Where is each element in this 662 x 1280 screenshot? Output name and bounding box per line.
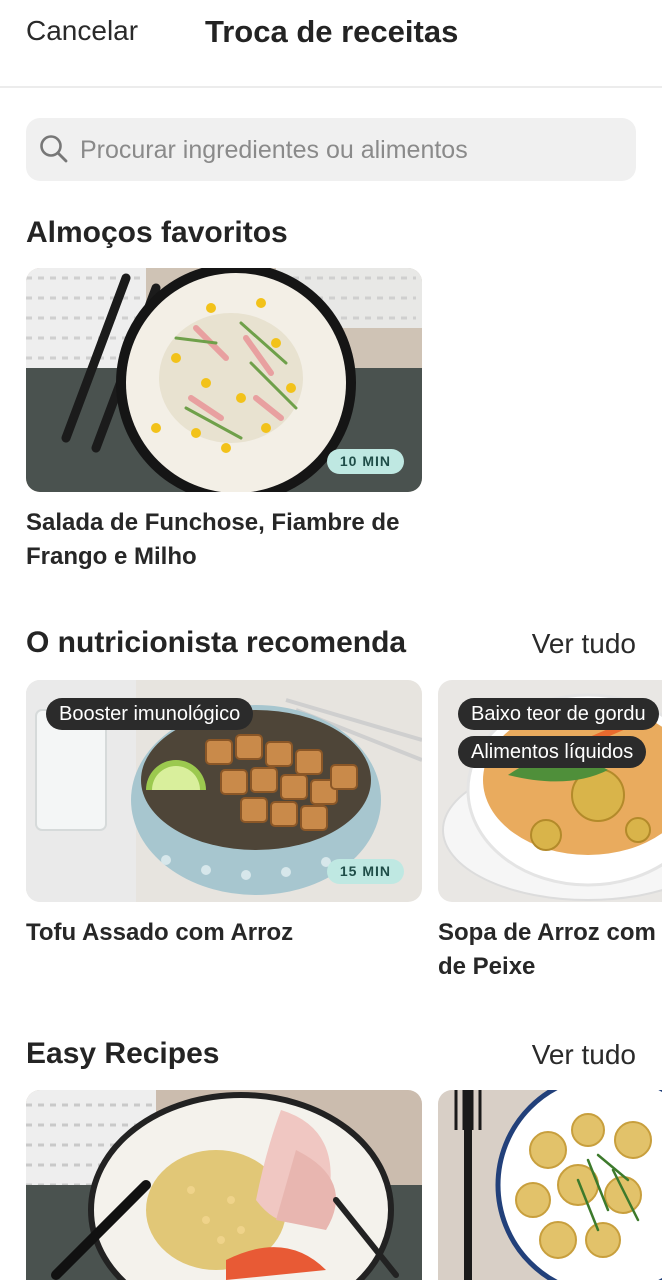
recipe-card-easy-1[interactable] [26,1090,422,1280]
recipe-name: Sopa de Arroz com de Peixe [438,916,662,984]
page-title: Troca de receitas [205,14,459,49]
recipe-card-funchose[interactable]: 10 MIN Salada de Funchose, Fiambre de Fr… [26,268,422,574]
tag-badge: Baixo teor de gordu [458,698,659,730]
recipe-image: Baixo teor de gordu Alimentos líquidos [438,680,662,902]
section-title-nutritionist: O nutricionista recomenda [26,626,407,659]
search-bar[interactable] [26,118,636,183]
search-input[interactable] [78,118,622,183]
see-all-nutritionist-link[interactable]: Ver tudo [532,628,636,660]
recipe-image: 10 MIN [26,268,422,492]
time-badge: 10 MIN [326,449,404,474]
recipe-name: Tofu Assado com Arroz [26,919,294,946]
time-badge: 15 MIN [326,859,404,884]
tag-badge: Alimentos líquidos [458,736,647,768]
section-title-favorites: Almoços favoritos [26,216,288,249]
section-title-easy-recipes: Easy Recipes [26,1037,220,1070]
recipe-card-soup[interactable]: Baixo teor de gordu Alimentos líquidos S… [438,680,662,984]
see-all-easy-link[interactable]: Ver tudo [532,1039,636,1071]
recipe-name-line1: Sopa de Arroz com [438,919,656,946]
recipe-card-tofu[interactable]: Booster imunológico 15 MIN Tofu Assado c… [26,680,422,950]
recipe-image: Booster imunológico 15 MIN [26,680,422,902]
recipe-image [26,1090,422,1280]
recipe-image [438,1090,662,1280]
recipe-card-easy-2[interactable] [438,1090,662,1280]
tag-badge: Booster imunológico [46,698,254,730]
recipe-name: Salada de Funchose, Fiambre de Frango e … [26,509,400,570]
header-bar: Cancelar Troca de receitas [0,0,662,88]
search-icon [40,135,68,163]
cancel-button[interactable]: Cancelar [26,15,138,47]
recipe-name-line2: de Peixe [438,953,536,980]
